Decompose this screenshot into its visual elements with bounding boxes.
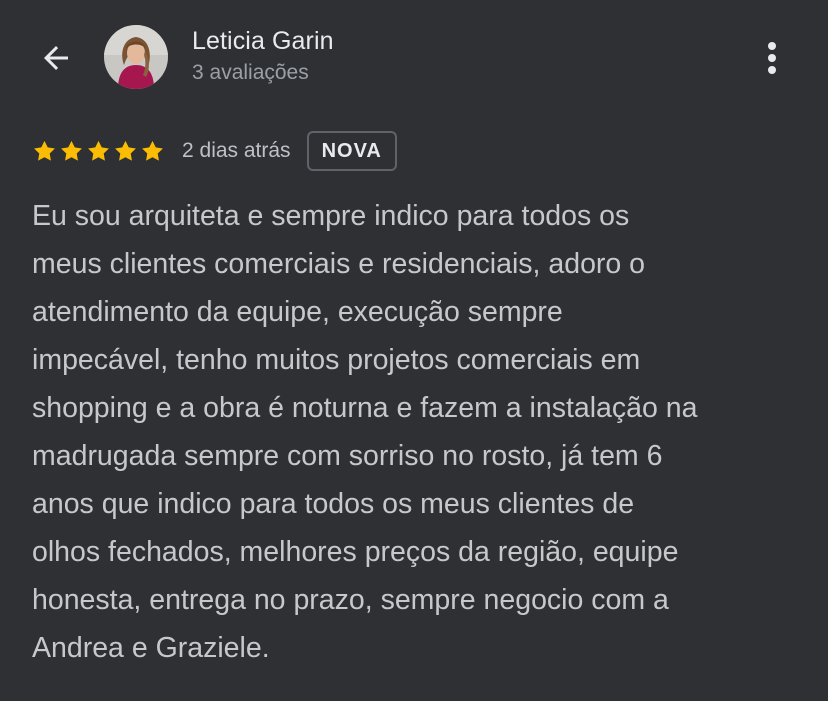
review-header: Leticia Garin 3 avaliações — [0, 0, 828, 115]
reviewer-name[interactable]: Leticia Garin — [192, 27, 334, 56]
star-icon — [115, 140, 136, 161]
more-options-button[interactable] — [748, 36, 796, 80]
back-button[interactable] — [30, 36, 82, 80]
star-rating — [32, 139, 165, 164]
star-icon — [34, 140, 55, 161]
reviewer-review-count: 3 avaliações — [192, 61, 309, 84]
star-icon — [142, 140, 163, 161]
new-badge: NOVA — [306, 131, 397, 171]
rating-row: 2 dias atrás NOVA — [32, 129, 397, 173]
star-icon — [61, 140, 82, 161]
star-icon — [88, 140, 109, 161]
avatar[interactable] — [104, 25, 168, 89]
review-date: 2 dias atrás — [182, 139, 291, 162]
arrow-back-icon — [44, 46, 68, 70]
review-text: Eu sou arquiteta e sempre indico para to… — [32, 200, 698, 664]
more-vert-icon — [768, 42, 776, 74]
